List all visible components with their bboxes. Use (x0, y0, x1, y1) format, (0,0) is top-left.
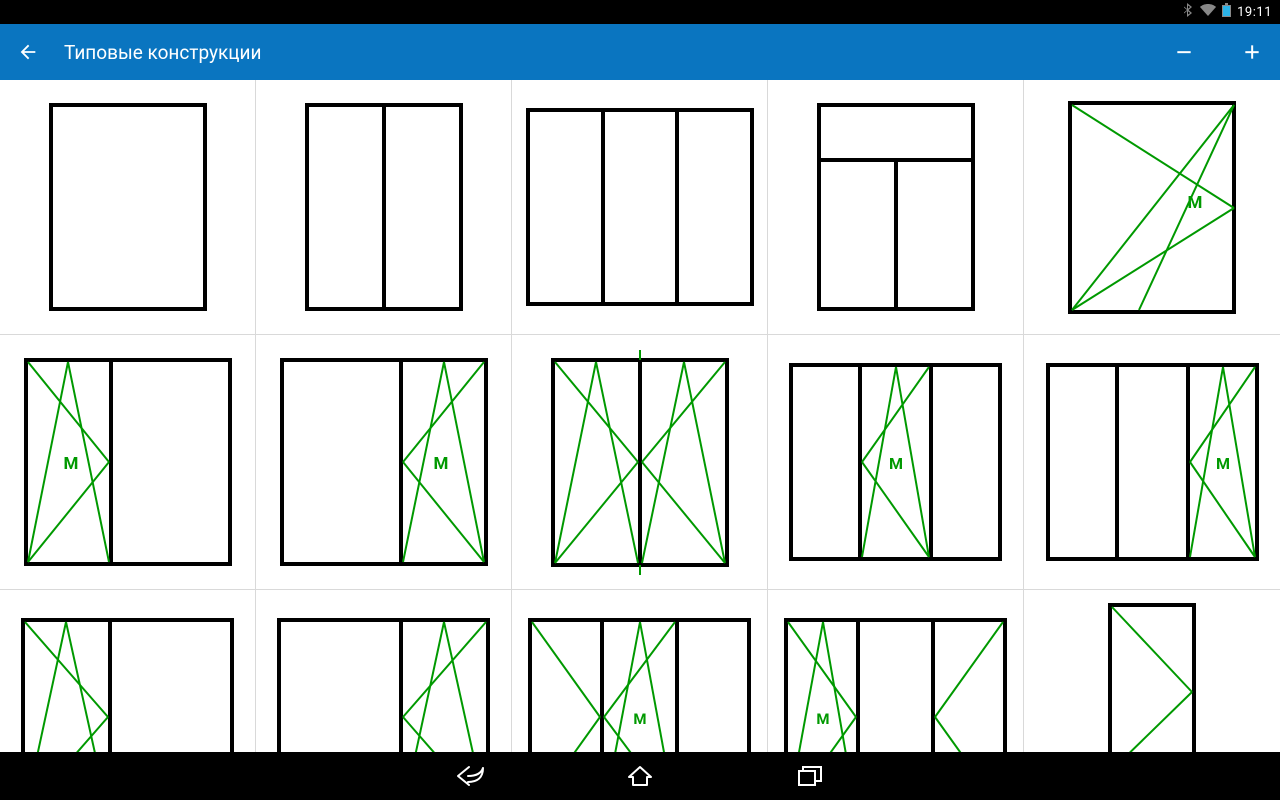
window-type-triple[interactable] (512, 80, 768, 335)
sash-label: M (889, 454, 903, 473)
window-type-triple-mid-tilt-b[interactable]: M (512, 590, 768, 752)
window-type-double-right-tilt-b[interactable] (256, 590, 512, 752)
nav-bar (0, 752, 1280, 800)
wifi-icon (1200, 4, 1216, 20)
app-bar: Типовые конструкции (0, 24, 1280, 80)
remove-button[interactable] (1170, 38, 1198, 66)
sash-label: M (433, 454, 448, 474)
sash-label: M (1188, 193, 1203, 213)
sash-label: M (816, 710, 829, 728)
page-title: Типовые конструкции (64, 41, 261, 64)
content-area: M M M M (0, 80, 1280, 752)
add-button[interactable] (1238, 38, 1266, 66)
window-grid: M M M M (0, 80, 1280, 752)
nav-recent-button[interactable] (790, 760, 830, 792)
window-type-t-top[interactable] (768, 80, 1024, 335)
sash-label: M (63, 454, 78, 474)
status-clock: 19:11 (1237, 5, 1272, 20)
window-type-triple-mid-tilt[interactable]: M (768, 335, 1024, 590)
window-type-single[interactable] (0, 80, 256, 335)
window-type-double[interactable] (256, 80, 512, 335)
back-button[interactable] (14, 38, 42, 66)
window-type-door-panel[interactable] (1024, 590, 1280, 752)
window-type-single-tilt-right[interactable]: M (1024, 80, 1280, 335)
window-type-double-both-turn[interactable] (512, 335, 768, 590)
status-bar: 19:11 (0, 0, 1280, 24)
nav-back-button[interactable] (450, 760, 490, 792)
nav-home-button[interactable] (620, 760, 660, 792)
bluetooth-icon (1184, 3, 1194, 21)
sash-label: M (1215, 454, 1229, 473)
window-type-double-right-tilt[interactable]: M (256, 335, 512, 590)
window-type-triple-right-tilt[interactable]: M (1024, 335, 1280, 590)
window-type-double-left-tilt[interactable]: M (0, 335, 256, 590)
battery-icon (1222, 3, 1231, 21)
window-type-triple-left-tilt-b[interactable]: M (768, 590, 1024, 752)
window-type-double-left-tilt-b[interactable] (0, 590, 256, 752)
sash-label: M (633, 710, 646, 728)
